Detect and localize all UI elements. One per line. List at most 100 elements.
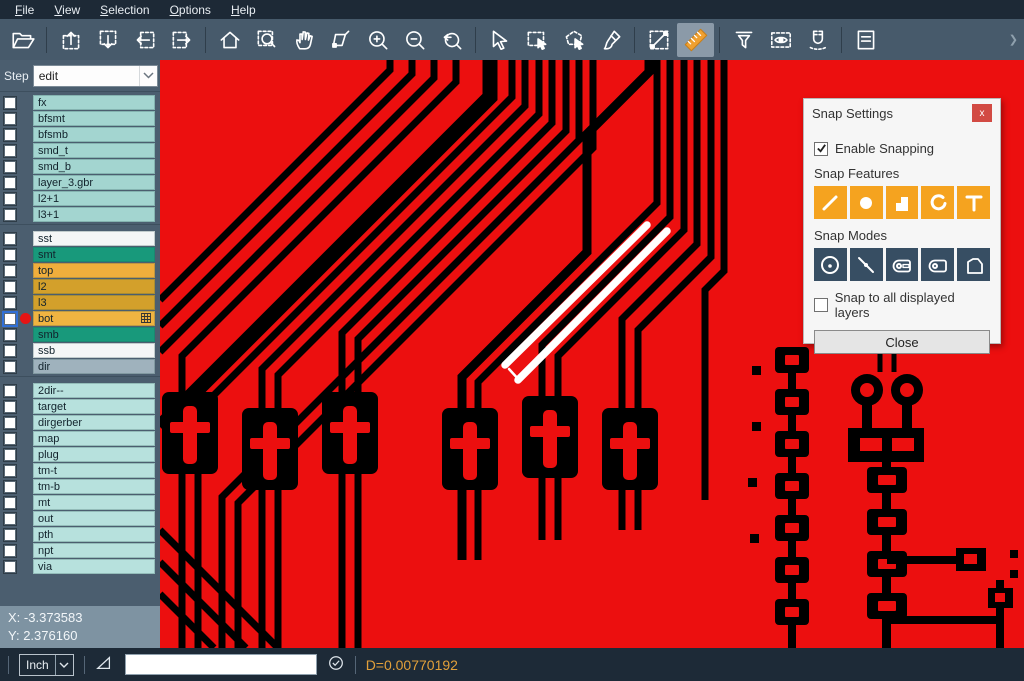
- layer-checkbox[interactable]: [4, 281, 16, 293]
- all-layers-row[interactable]: Snap to all displayed layers: [814, 290, 990, 320]
- layer-checkbox[interactable]: [4, 161, 16, 173]
- filter-icon[interactable]: [725, 23, 762, 57]
- layer-label[interactable]: dir: [33, 359, 155, 374]
- layer-checkbox[interactable]: [4, 249, 16, 261]
- layer-checkbox[interactable]: [4, 145, 16, 157]
- layer-label[interactable]: out: [33, 511, 155, 526]
- grid-icon[interactable]: [141, 313, 151, 326]
- layer-label[interactable]: smt: [33, 247, 155, 262]
- layer-label[interactable]: via: [33, 559, 155, 574]
- layer-checkbox[interactable]: [4, 313, 16, 325]
- layer-label[interactable]: ssb: [33, 343, 155, 358]
- coordinate-input[interactable]: [125, 654, 317, 675]
- layer-checkbox[interactable]: [4, 497, 16, 509]
- snap-mode-slot-filled-icon[interactable]: [886, 248, 919, 281]
- layer-checkbox[interactable]: [4, 193, 16, 205]
- layer-checkbox[interactable]: [4, 177, 16, 189]
- layer-label[interactable]: l3+1: [33, 207, 155, 222]
- all-layers-checkbox[interactable]: [814, 298, 828, 312]
- layer-checkbox[interactable]: [4, 481, 16, 493]
- layer-label[interactable]: fx: [33, 95, 155, 110]
- layer-label[interactable]: mt: [33, 495, 155, 510]
- layer-label[interactable]: smb: [33, 327, 155, 342]
- shift-right-icon[interactable]: [163, 23, 200, 57]
- open-folder-icon[interactable]: [4, 23, 41, 57]
- angle-measure-icon[interactable]: [95, 654, 113, 675]
- chevron-down-icon[interactable]: [55, 655, 73, 675]
- layer-checkbox[interactable]: [4, 545, 16, 557]
- layer-checkbox[interactable]: [4, 385, 16, 397]
- layer-label[interactable]: sst: [33, 231, 155, 246]
- layer-label[interactable]: plug: [33, 447, 155, 462]
- snap-feature-line-icon[interactable]: [814, 186, 847, 219]
- layer-checkbox[interactable]: [4, 265, 16, 277]
- snap-mode-line-point-icon[interactable]: [850, 248, 883, 281]
- menu-file[interactable]: File: [6, 1, 43, 19]
- select-rect-icon[interactable]: [518, 23, 555, 57]
- pan-hand-icon[interactable]: [285, 23, 322, 57]
- layer-label[interactable]: dirgerber: [33, 415, 155, 430]
- layer-label[interactable]: bot: [33, 311, 155, 326]
- layer-checkbox[interactable]: [4, 529, 16, 541]
- chevron-down-icon[interactable]: [139, 66, 157, 86]
- select-polygon-icon[interactable]: [555, 23, 592, 57]
- snap-feature-text-icon[interactable]: [957, 186, 990, 219]
- layer-checkbox[interactable]: [4, 113, 16, 125]
- brush-icon[interactable]: [592, 23, 629, 57]
- layer-label[interactable]: target: [33, 399, 155, 414]
- snap-magnet-icon[interactable]: [799, 23, 836, 57]
- layer-checkbox[interactable]: [4, 433, 16, 445]
- layer-label[interactable]: layer_3.gbr: [33, 175, 155, 190]
- zoom-in-icon[interactable]: [359, 23, 396, 57]
- menu-selection[interactable]: Selection: [91, 1, 158, 19]
- toolbar-overflow-chevron[interactable]: ❯: [1009, 33, 1018, 46]
- layer-checkbox[interactable]: [4, 209, 16, 221]
- layer-checkbox[interactable]: [4, 297, 16, 309]
- snap-feature-surface-icon[interactable]: [886, 186, 919, 219]
- zoom-window-icon[interactable]: [248, 23, 285, 57]
- shift-up-icon[interactable]: [52, 23, 89, 57]
- shift-down-icon[interactable]: [89, 23, 126, 57]
- apply-refresh-icon[interactable]: [327, 654, 345, 675]
- menu-options[interactable]: Options: [161, 1, 220, 19]
- home-icon[interactable]: [211, 23, 248, 57]
- layer-checkbox[interactable]: [4, 361, 16, 373]
- layer-label[interactable]: smd_t: [33, 143, 155, 158]
- zoom-object-icon[interactable]: [322, 23, 359, 57]
- report-icon[interactable]: [847, 23, 884, 57]
- layer-label[interactable]: smd_b: [33, 159, 155, 174]
- layer-label[interactable]: bfsmb: [33, 127, 155, 142]
- layer-label[interactable]: 2dir--: [33, 383, 155, 398]
- snap-mode-pad-center-icon[interactable]: [814, 248, 847, 281]
- layer-label[interactable]: top: [33, 263, 155, 278]
- visibility-icon[interactable]: [762, 23, 799, 57]
- menu-help[interactable]: Help: [222, 1, 265, 19]
- layer-label[interactable]: npt: [33, 543, 155, 558]
- shift-left-icon[interactable]: [126, 23, 163, 57]
- menu-view[interactable]: View: [45, 1, 89, 19]
- dialog-title-bar[interactable]: Snap Settings x: [804, 99, 1000, 127]
- snap-feature-pad-icon[interactable]: [850, 186, 883, 219]
- layer-checkbox[interactable]: [4, 401, 16, 413]
- layer-label[interactable]: l3: [33, 295, 155, 310]
- layer-checkbox[interactable]: [4, 329, 16, 341]
- layer-label[interactable]: l2: [33, 279, 155, 294]
- ruler-icon[interactable]: [677, 23, 714, 57]
- layer-label[interactable]: pth: [33, 527, 155, 542]
- layer-checkbox[interactable]: [4, 513, 16, 525]
- layer-checkbox[interactable]: [4, 345, 16, 357]
- layer-checkbox[interactable]: [4, 561, 16, 573]
- layer-label[interactable]: bfsmt: [33, 111, 155, 126]
- layer-checkbox[interactable]: [4, 97, 16, 109]
- layer-checkbox[interactable]: [4, 233, 16, 245]
- layer-label[interactable]: l2+1: [33, 191, 155, 206]
- zoom-previous-icon[interactable]: [433, 23, 470, 57]
- snap-mode-corner-icon[interactable]: [957, 248, 990, 281]
- layer-checkbox[interactable]: [4, 417, 16, 429]
- layer-label[interactable]: tm-t: [33, 463, 155, 478]
- unit-select[interactable]: Inch: [19, 654, 74, 676]
- layer-checkbox[interactable]: [4, 449, 16, 461]
- enable-snapping-checkbox[interactable]: [814, 142, 828, 156]
- measure-distance-icon[interactable]: [640, 23, 677, 57]
- enable-snapping-row[interactable]: Enable Snapping: [814, 141, 990, 156]
